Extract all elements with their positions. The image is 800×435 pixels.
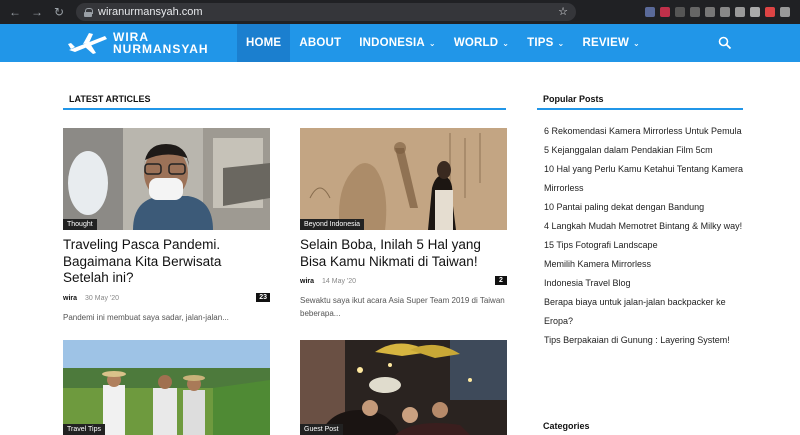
extension-icon[interactable]: [765, 7, 775, 17]
article-date: 30 May '20: [85, 294, 120, 302]
search-icon[interactable]: [718, 36, 732, 50]
bookmark-star-icon[interactable]: ☆: [558, 5, 568, 18]
forward-arrow-icon[interactable]: →: [28, 3, 46, 21]
airplane-icon: [68, 33, 107, 54]
popular-posts-list: 6 Rekomendasi Kamera Mirrorless Untuk Pe…: [544, 122, 744, 350]
extension-icon[interactable]: [675, 7, 685, 17]
article-thumbnail[interactable]: Travel Tips: [63, 340, 270, 435]
extensions-area: [576, 7, 794, 17]
popular-post-link[interactable]: Memilih Kamera Mirrorless: [544, 255, 744, 274]
extension-icon[interactable]: [750, 7, 760, 17]
popular-posts-divider: [537, 108, 743, 110]
popular-post-link[interactable]: 6 Rekomendasi Kamera Mirrorless Untuk Pe…: [544, 122, 744, 141]
category-badge[interactable]: Beyond Indonesia: [300, 219, 365, 230]
category-badge[interactable]: Travel Tips: [63, 424, 105, 435]
main-menu: HOME ABOUT INDONESIA ⌄ WORLD ⌄ TIPS ⌄ REVIE…: [237, 24, 649, 62]
article-card: Beyond Indonesia Selain Boba, Inilah 5 H…: [300, 128, 507, 320]
popular-post-link[interactable]: Berapa biaya untuk jalan-jalan backpacke…: [544, 293, 744, 331]
article-thumbnail[interactable]: Guest Post: [300, 340, 507, 435]
article-card: Guest Post: [300, 340, 507, 435]
chevron-down-icon: ⌄: [557, 38, 565, 48]
popular-post-link[interactable]: 15 Tips Fotografi Landscape: [544, 236, 744, 255]
category-badge[interactable]: Guest Post: [300, 424, 343, 435]
category-badge[interactable]: Thought: [63, 219, 97, 230]
comment-count-badge[interactable]: 23: [256, 292, 270, 302]
article-author[interactable]: wira: [300, 278, 314, 285]
logo-line-2: NURMANSYAH: [113, 42, 209, 56]
chevron-down-icon: ⌄: [428, 38, 436, 48]
popular-posts-heading: Popular Posts: [543, 94, 604, 104]
lock-icon: [84, 7, 93, 17]
menu-item-indonesia[interactable]: INDONESIA ⌄: [350, 24, 445, 62]
site-logo[interactable]: WIRA NURMANSYAH: [65, 24, 240, 62]
article-date: 14 May '20: [322, 278, 357, 285]
article-card: Thought Traveling Pasca Pandemi. Bagaima…: [63, 128, 270, 324]
browser-toolbar: ← → ↻ wiranurmansyah.com ☆: [0, 0, 800, 24]
popular-post-link[interactable]: 10 Pantai paling dekat dengan Bandung: [544, 198, 744, 217]
popular-post-link[interactable]: Tips Berpakaian di Gunung : Layering Sys…: [544, 331, 744, 350]
menu-item-tips[interactable]: TIPS ⌄: [518, 24, 573, 62]
menu-item-review[interactable]: REVIEW ⌄: [573, 24, 648, 62]
extension-icon[interactable]: [735, 7, 745, 17]
article-thumbnail[interactable]: Thought: [63, 128, 270, 230]
address-bar-url: wiranurmansyah.com: [98, 6, 203, 18]
back-arrow-icon[interactable]: ←: [6, 3, 24, 21]
menu-item-world[interactable]: WORLD ⌄: [445, 24, 518, 62]
categories-heading: Categories: [543, 421, 590, 431]
article-author[interactable]: wira: [63, 295, 77, 302]
article-card: Travel Tips: [63, 340, 270, 435]
latest-articles-divider: [63, 108, 506, 110]
chevron-down-icon: ⌄: [633, 38, 640, 48]
article-excerpt: Pandemi ini membuat saya sadar, jalan-ja…: [63, 312, 229, 322]
popular-post-link[interactable]: 10 Hal yang Perlu Kamu Ketahui Tentang K…: [544, 160, 744, 198]
extension-icon[interactable]: [705, 7, 715, 17]
article-title[interactable]: Selain Boba, Inilah 5 Hal yang Bisa Kamu…: [300, 237, 507, 270]
popular-post-link[interactable]: 4 Langkah Mudah Memotret Bintang & Milky…: [544, 217, 744, 236]
extension-icon[interactable]: [690, 7, 700, 17]
article-title[interactable]: Traveling Pasca Pandemi. Bagaimana Kita …: [63, 237, 270, 287]
reload-icon[interactable]: ↻: [50, 3, 68, 21]
menu-item-about[interactable]: ABOUT: [290, 24, 350, 62]
extension-icon[interactable]: [780, 7, 790, 17]
latest-articles-heading: LATEST ARTICLES: [69, 94, 151, 104]
menu-item-home[interactable]: HOME: [237, 24, 291, 62]
article-excerpt: Sewaktu saya ikut acara Asia Super Team …: [300, 296, 505, 318]
comment-count-badge[interactable]: 2: [495, 276, 507, 285]
address-bar[interactable]: wiranurmansyah.com ☆: [76, 3, 576, 21]
site-header: WIRA NURMANSYAH HOME ABOUT INDONESIA ⌄ WO…: [0, 24, 800, 62]
popular-post-link[interactable]: Indonesia Travel Blog: [544, 274, 744, 293]
article-meta: wira 14 May '20 2: [300, 276, 507, 287]
popular-post-link[interactable]: 5 Kejanggalan dalam Pendakian Film 5cm: [544, 141, 744, 160]
extension-icon[interactable]: [720, 7, 730, 17]
article-thumbnail[interactable]: Beyond Indonesia: [300, 128, 507, 230]
extension-icon[interactable]: [660, 7, 670, 17]
chevron-down-icon: ⌄: [502, 38, 510, 48]
article-meta: wira 30 May '20 23: [63, 292, 270, 304]
extension-icon[interactable]: [645, 7, 655, 17]
